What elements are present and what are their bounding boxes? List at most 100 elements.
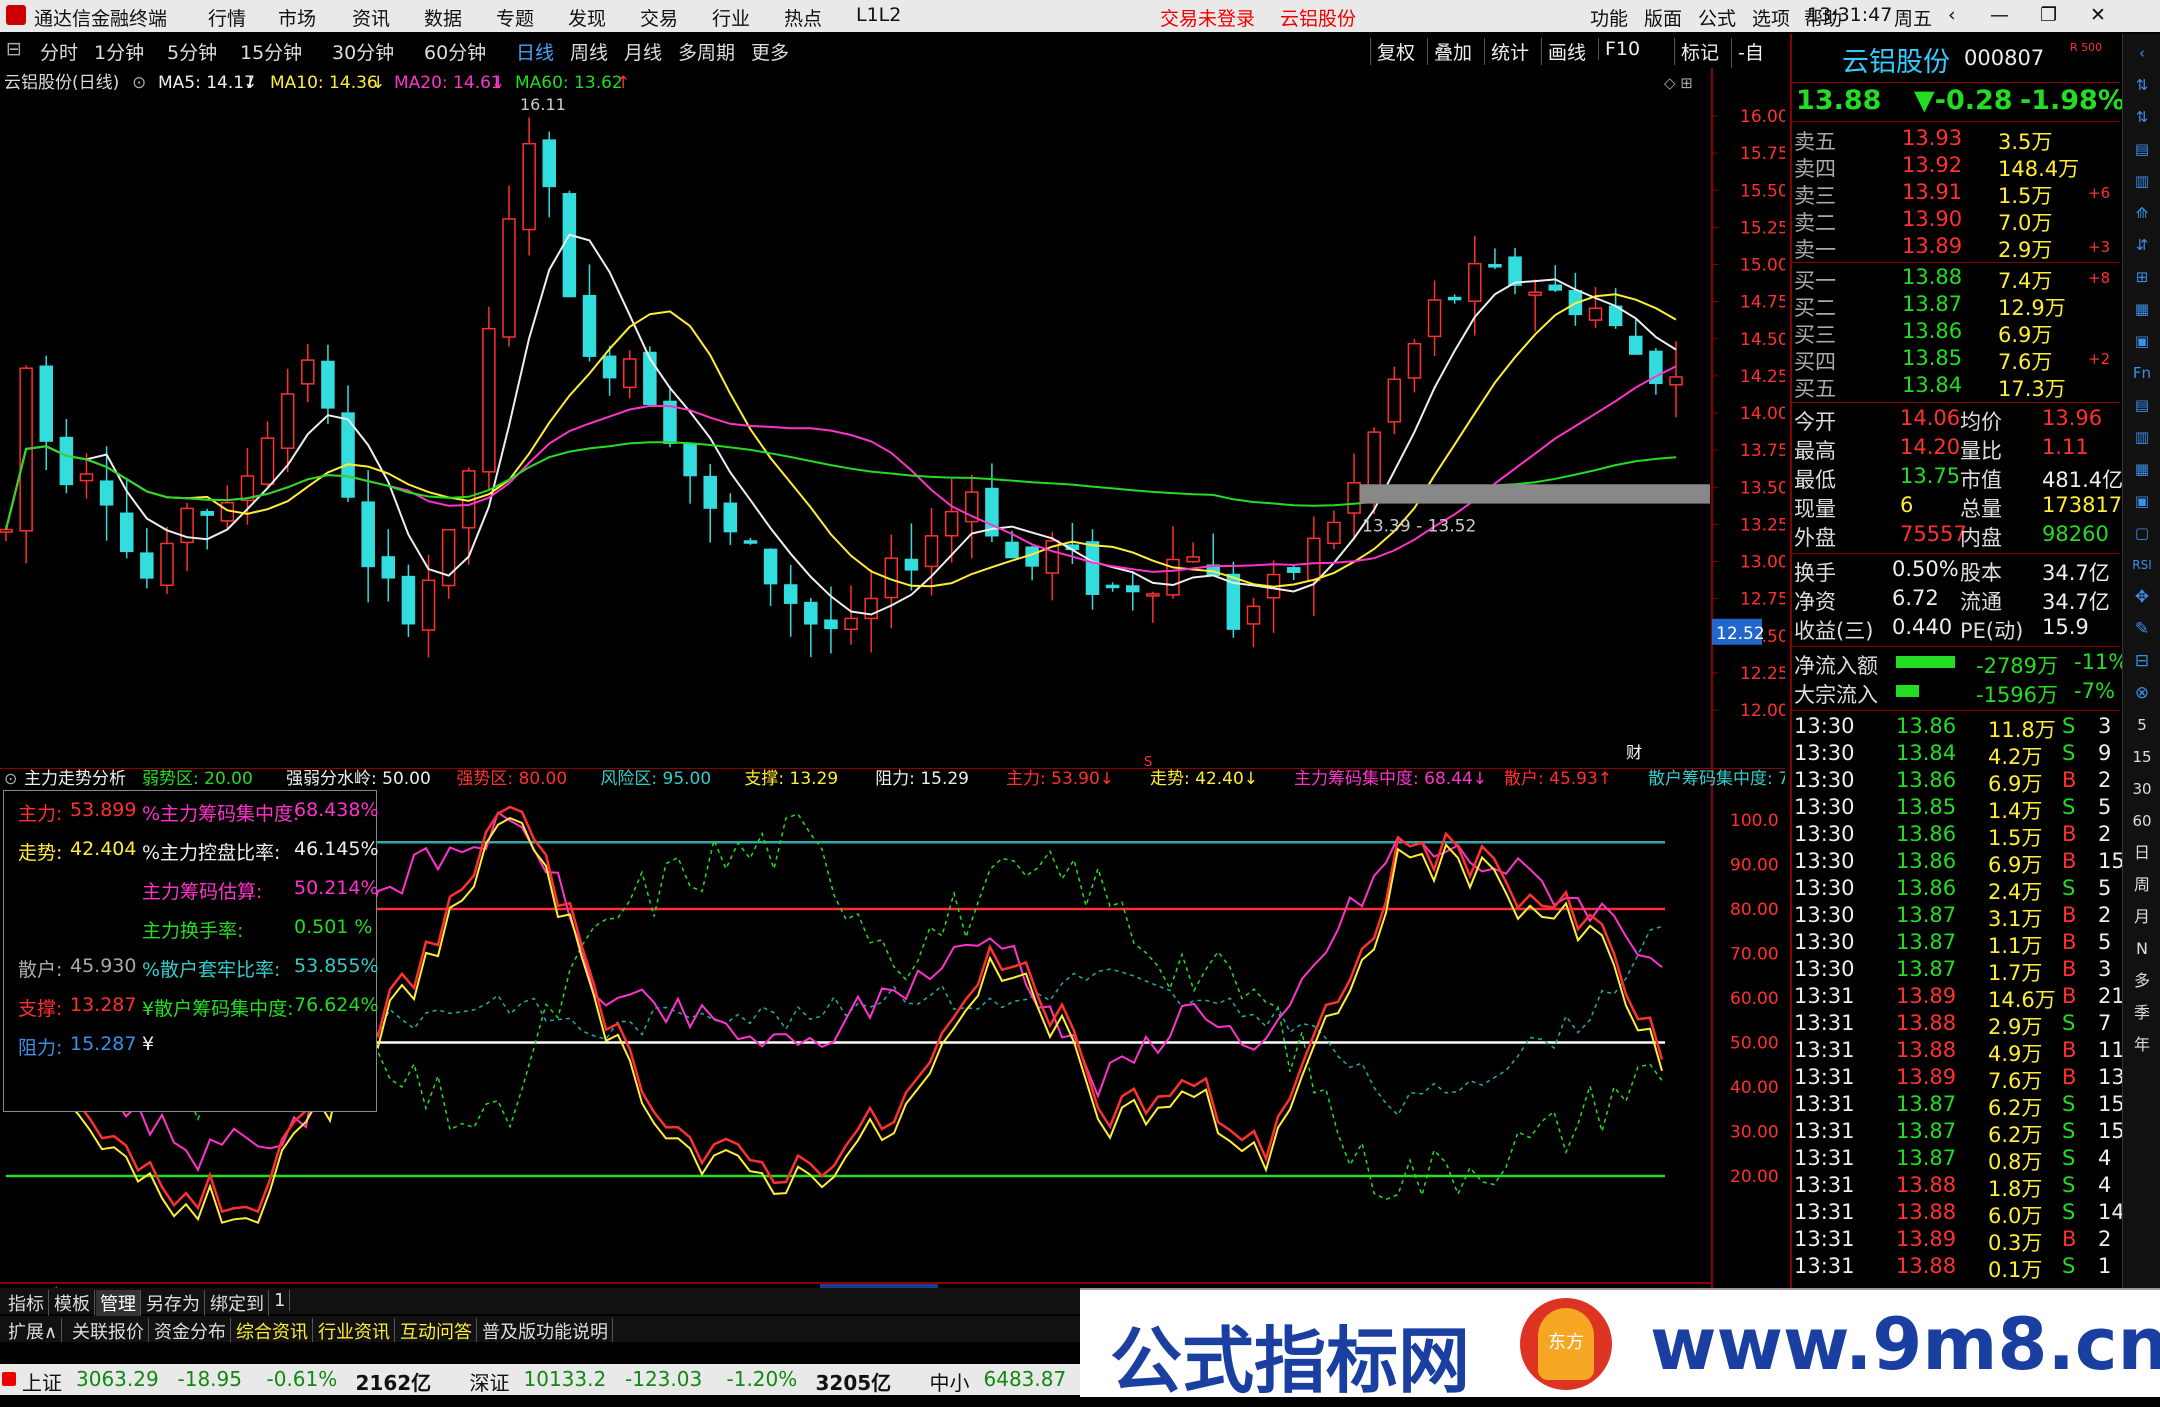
strip-tool-icon[interactable]: ⇅ bbox=[2129, 104, 2155, 130]
bid-row[interactable]: 买三 13.86 6.9万 bbox=[1792, 319, 2120, 347]
strip-tool-icon[interactable]: ▢ bbox=[2129, 520, 2155, 546]
strip-tool-icon[interactable]: ⇵ bbox=[2129, 232, 2155, 258]
indicator-tab-0[interactable]: 指标 bbox=[4, 1290, 49, 1316]
extension-tab-1[interactable]: 关联报价 bbox=[68, 1318, 149, 1344]
minimize-icon[interactable]: — bbox=[1990, 4, 2009, 26]
strip-tool-icon[interactable]: ▤ bbox=[2129, 392, 2155, 418]
right-menu-4[interactable]: 帮助 bbox=[1804, 4, 1842, 31]
strip-tool-icon[interactable]: ▣ bbox=[2129, 488, 2155, 514]
strip-period[interactable]: N bbox=[2129, 936, 2155, 962]
chart-settings-icon[interactable]: ◇ ⊞ bbox=[1664, 74, 1693, 92]
right-menu-2[interactable]: 公式 bbox=[1698, 4, 1736, 31]
menu-2[interactable]: 资讯 bbox=[352, 4, 390, 31]
strip-tool-icon[interactable]: Fn bbox=[2129, 360, 2155, 386]
strip-period[interactable]: 多 bbox=[2129, 968, 2155, 994]
restore-icon[interactable]: ❐ bbox=[2040, 4, 2057, 26]
indicator-tab-1[interactable]: 模板 bbox=[50, 1290, 95, 1316]
kline-chart[interactable]: 云铝股份(日线) ⊙ MA5: 14.17↓ MA10: 14.36↓ MA20: 14… bbox=[0, 68, 1785, 768]
menu-6[interactable]: 交易 bbox=[640, 4, 678, 31]
ask-row[interactable]: 卖二 13.90 7.0万 bbox=[1792, 207, 2120, 235]
toolbar-btn-5[interactable]: 标记 bbox=[1674, 38, 1725, 65]
period-tab-0[interactable]: 分时 bbox=[40, 38, 78, 65]
period-tab-7[interactable]: 周线 bbox=[570, 38, 608, 65]
bid-row[interactable]: 买四 13.85 7.6万 +2 bbox=[1792, 346, 2120, 374]
extension-tab-4[interactable]: 行业资讯 bbox=[314, 1318, 395, 1344]
fin-marker[interactable]: 财 bbox=[1626, 743, 1642, 762]
menu-4[interactable]: 专题 bbox=[496, 4, 534, 31]
indicator-collapse-icon[interactable]: ⊙ bbox=[4, 769, 17, 788]
login-status[interactable]: 交易未登录 bbox=[1160, 4, 1255, 31]
period-tab-4[interactable]: 30分钟 bbox=[332, 38, 394, 65]
ask-row[interactable]: 卖三 13.91 1.5万 +6 bbox=[1792, 180, 2120, 208]
toolbar-btn-3[interactable]: 画线 bbox=[1541, 38, 1592, 65]
strip-tool-icon[interactable]: ⊗ bbox=[2129, 680, 2155, 706]
index-item-5[interactable]: 深证 bbox=[470, 1367, 510, 1396]
strip-tool-icon[interactable]: ⊟ bbox=[2129, 648, 2155, 674]
bid-row[interactable]: 买一 13.88 7.4万 +8 bbox=[1792, 265, 2120, 293]
ask-row[interactable]: 卖一 13.89 2.9万 +3 bbox=[1792, 234, 2120, 262]
period-tab-5[interactable]: 60分钟 bbox=[424, 38, 486, 65]
period-tab-8[interactable]: 月线 bbox=[624, 38, 662, 65]
strip-minute-5[interactable]: 5 bbox=[2129, 712, 2155, 738]
period-tab-1[interactable]: 1分钟 bbox=[94, 38, 144, 65]
strip-label[interactable]: RSI bbox=[2129, 552, 2155, 578]
menu-9[interactable]: L1L2 bbox=[856, 4, 901, 26]
strip-tool-icon[interactable]: ▣ bbox=[2129, 328, 2155, 354]
strip-minute-60[interactable]: 60 bbox=[2129, 808, 2155, 834]
menu-8[interactable]: 热点 bbox=[784, 4, 822, 31]
menu-1[interactable]: 市场 bbox=[278, 4, 316, 31]
period-tab-6[interactable]: 日线 bbox=[516, 38, 554, 65]
bid-row[interactable]: 买五 13.84 17.3万 bbox=[1792, 373, 2120, 401]
strip-tool-icon[interactable]: ‹ bbox=[2129, 40, 2155, 66]
strip-tool-icon[interactable]: ⇅ bbox=[2129, 72, 2155, 98]
strip-period[interactable]: 日 bbox=[2129, 840, 2155, 866]
strip-period[interactable]: 季 bbox=[2129, 1000, 2155, 1026]
strip-tool-icon[interactable]: ✎ bbox=[2129, 616, 2155, 642]
period-tab-10[interactable]: 更多 bbox=[751, 38, 789, 65]
indicator-tab-4[interactable]: 绑定到 bbox=[206, 1290, 269, 1316]
strip-minute-15[interactable]: 15 bbox=[2129, 744, 2155, 770]
close-icon[interactable]: ✕ bbox=[2090, 4, 2106, 26]
collapse-icon[interactable]: ⊟ bbox=[6, 38, 22, 60]
menu-7[interactable]: 行业 bbox=[712, 4, 750, 31]
indicator-tab-2[interactable]: 管理 bbox=[96, 1290, 141, 1316]
strip-tool-icon[interactable]: ▦ bbox=[2129, 296, 2155, 322]
menu-5[interactable]: 发现 bbox=[568, 4, 606, 31]
toolbar-btn-2[interactable]: 统计 bbox=[1484, 38, 1535, 65]
strip-tool-icon[interactable]: ▦ bbox=[2129, 456, 2155, 482]
extension-tab-0[interactable]: 扩展∧ bbox=[4, 1318, 63, 1344]
extension-tab-2[interactable]: 资金分布 bbox=[150, 1318, 231, 1344]
ask-row[interactable]: 卖五 13.93 3.5万 bbox=[1792, 126, 2120, 154]
toolbar-btn-1[interactable]: 叠加 bbox=[1427, 38, 1478, 65]
index-item-10[interactable]: 中小 bbox=[930, 1367, 970, 1396]
strip-tool-icon[interactable]: ✥ bbox=[2129, 584, 2155, 610]
indicator-tab-5[interactable]: 1 bbox=[270, 1290, 291, 1311]
menu-0[interactable]: 行情 bbox=[208, 4, 246, 31]
strip-tool-icon[interactable]: ⊞ bbox=[2129, 264, 2155, 290]
right-menu-1[interactable]: 版面 bbox=[1644, 4, 1682, 31]
toolbar-btn-0[interactable]: 复权 bbox=[1370, 38, 1421, 65]
strip-tool-icon[interactable]: ▤ bbox=[2129, 136, 2155, 162]
extension-tab-6[interactable]: 普及版功能说明 bbox=[478, 1318, 613, 1344]
menu-3[interactable]: 数据 bbox=[424, 4, 462, 31]
extension-tab-3[interactable]: 综合资讯 bbox=[232, 1318, 313, 1344]
right-menu-3[interactable]: 选项 bbox=[1752, 4, 1790, 31]
strip-minute-30[interactable]: 30 bbox=[2129, 776, 2155, 802]
strip-tool-icon[interactable]: ▥ bbox=[2129, 424, 2155, 450]
right-menu-0[interactable]: 功能 bbox=[1590, 4, 1628, 31]
indicator-tab-3[interactable]: 另存为 bbox=[142, 1290, 205, 1316]
bid-row[interactable]: 买二 13.87 12.9万 bbox=[1792, 292, 2120, 320]
period-tab-2[interactable]: 5分钟 bbox=[167, 38, 217, 65]
strip-tool-icon[interactable]: ▥ bbox=[2129, 168, 2155, 194]
strip-period[interactable]: 周 bbox=[2129, 872, 2155, 898]
extension-tab-5[interactable]: 互动问答 bbox=[396, 1318, 477, 1344]
ask-row[interactable]: 卖四 13.92 148.4万 bbox=[1792, 153, 2120, 181]
toolbar-btn-4[interactable]: F10 bbox=[1598, 38, 1646, 60]
back-nav-icon[interactable]: ‹ bbox=[1948, 4, 1956, 26]
strip-period[interactable]: 月 bbox=[2129, 904, 2155, 930]
period-tab-9[interactable]: 多周期 bbox=[678, 38, 735, 65]
index-item-0[interactable]: 上证 bbox=[22, 1367, 62, 1396]
strip-period[interactable]: 年 bbox=[2129, 1032, 2155, 1058]
period-tab-3[interactable]: 15分钟 bbox=[240, 38, 302, 65]
strip-tool-icon[interactable]: ⟰ bbox=[2129, 200, 2155, 226]
